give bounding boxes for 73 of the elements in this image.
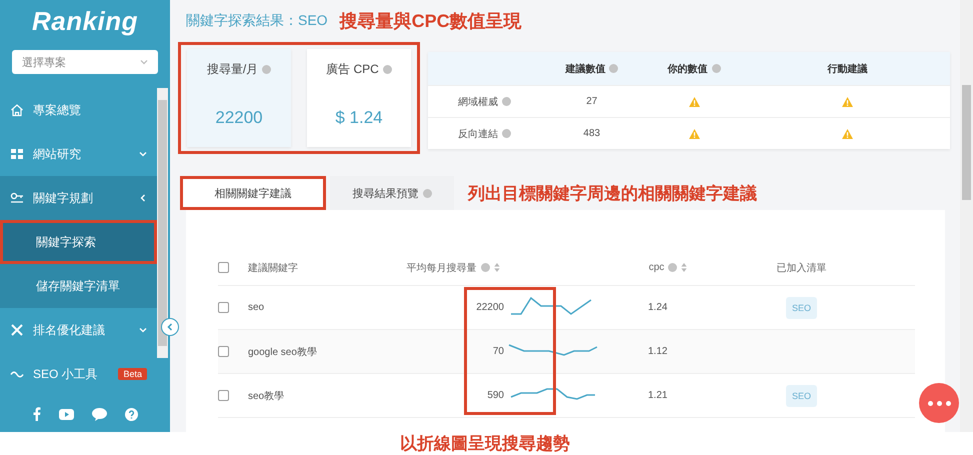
cpc-cell-text: 1.24 xyxy=(648,302,668,313)
row-label: 反向連結 xyxy=(428,126,541,140)
help-icon[interactable] xyxy=(502,97,511,106)
help-icon[interactable] xyxy=(382,65,392,74)
chevron-icon xyxy=(139,326,147,334)
play-icon[interactable] xyxy=(58,408,74,420)
cpc-cell-text: 1.21 xyxy=(648,390,668,401)
facebook-icon[interactable] xyxy=(32,407,40,422)
help-icon[interactable] xyxy=(422,188,432,198)
nav-item[interactable]: SEO 小工具 Beta xyxy=(0,352,157,396)
tab[interactable]: 相關關鍵字建議 xyxy=(180,176,326,210)
list-tag: SEO xyxy=(786,296,817,318)
sort-icon[interactable] xyxy=(681,263,688,272)
column-header: 建議數值 xyxy=(540,62,643,76)
nav-subitem[interactable]: 關鍵字探索 xyxy=(0,220,157,264)
grid-icon xyxy=(10,147,24,162)
metric-label: 廣告 CPC xyxy=(326,61,392,78)
list-tag: SEO xyxy=(786,384,817,406)
help-icon[interactable] xyxy=(668,263,678,272)
annotation: 搜尋量與CPC數值呈現 xyxy=(340,10,522,33)
column-header: 已加入清單 xyxy=(776,262,828,274)
key-icon xyxy=(10,191,24,206)
help-icon[interactable] xyxy=(712,64,721,73)
home-icon xyxy=(10,103,24,118)
help-icon[interactable] xyxy=(609,64,618,73)
help-icon[interactable] xyxy=(124,408,138,421)
metric-value: 22200 xyxy=(215,108,263,128)
column-header: 你的數值 xyxy=(642,62,746,76)
volume-cell-text: 22200 xyxy=(475,302,505,313)
nav-subitem[interactable]: 儲存關鍵字清單 xyxy=(0,264,157,308)
project-select[interactable]: 選擇專案 xyxy=(12,50,158,74)
column-header[interactable]: 平均每月搜尋量 xyxy=(398,260,508,274)
column-header: 建議關鍵字 xyxy=(248,262,299,274)
volume-cell-text: 70 xyxy=(492,346,505,357)
table-cell-text: 483 xyxy=(582,128,602,139)
nav-item[interactable]: 網站研究 xyxy=(0,132,157,176)
help-icon[interactable] xyxy=(480,263,490,272)
tools-icon xyxy=(10,323,24,338)
wave-icon xyxy=(10,370,24,378)
tab[interactable]: 搜尋結果預覽 xyxy=(330,176,454,210)
sort-icon[interactable] xyxy=(494,263,500,272)
nav-item[interactable]: 排名優化建議 xyxy=(0,308,157,352)
table-cell-text: 27 xyxy=(585,96,598,107)
help-icon[interactable] xyxy=(502,129,511,138)
metric-label: 搜尋量/月 xyxy=(206,61,272,78)
checkbox[interactable] xyxy=(218,390,229,401)
help-icon[interactable] xyxy=(262,65,272,74)
checkbox[interactable] xyxy=(218,346,229,357)
row-label: 網域權威 xyxy=(428,94,541,108)
nav-item[interactable]: 專案總覽 xyxy=(0,88,157,132)
page-title: 關鍵字探索結果：SEO xyxy=(186,12,328,30)
metric-value: $ 1.24 xyxy=(335,108,383,128)
cpc-cell-text: 1.12 xyxy=(648,346,668,357)
scrollbar[interactable] xyxy=(157,88,168,358)
volume-cell-text: 590 xyxy=(486,390,505,401)
scrollbar[interactable] xyxy=(960,0,973,432)
chevron-icon xyxy=(139,194,147,202)
nav-item[interactable]: 關鍵字規劃 xyxy=(0,176,157,220)
chat-icon[interactable] xyxy=(92,408,106,421)
column-header: 行動建議 xyxy=(826,62,869,76)
chevron-icon xyxy=(139,150,147,158)
checkbox[interactable] xyxy=(218,302,229,313)
chevron-icon xyxy=(166,323,174,331)
keyword-cell-text: seo教學 xyxy=(248,390,286,402)
logo[interactable]: Ranking xyxy=(0,0,170,42)
beta-badge: Beta xyxy=(118,368,147,380)
keyword-cell-text: seo xyxy=(248,302,266,313)
annotation: 以折線圖呈現搜尋趨勢 xyxy=(400,433,570,455)
column-header[interactable]: cpc xyxy=(648,262,688,273)
checkbox[interactable] xyxy=(218,262,229,273)
keyword-cell-text: google seo教學 xyxy=(248,346,318,358)
chevron-icon xyxy=(140,58,148,66)
annotation: 列出目標關鍵字周邊的相關關鍵字建議 xyxy=(468,182,757,204)
